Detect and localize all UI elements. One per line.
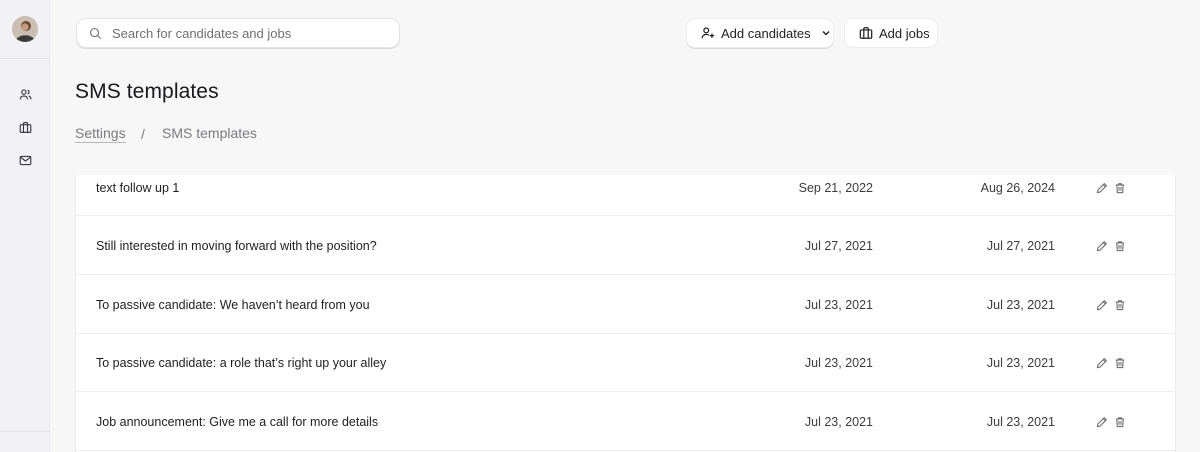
breadcrumb-separator: / bbox=[141, 126, 145, 142]
add-user-icon bbox=[701, 26, 715, 40]
table-row[interactable]: To passive candidate: a role that’s righ… bbox=[76, 334, 1176, 392]
trash-icon[interactable] bbox=[1114, 240, 1126, 252]
created-date: Jul 27, 2021 bbox=[804, 239, 873, 253]
avatar[interactable] bbox=[12, 16, 38, 42]
briefcase-icon bbox=[859, 26, 873, 40]
sidebar-item-candidates[interactable] bbox=[17, 86, 33, 102]
add-jobs-label: Add jobs bbox=[879, 25, 930, 41]
created-date: Sep 21, 2022 bbox=[798, 181, 873, 195]
table-row[interactable]: Job announcement: Give me a call for mor… bbox=[76, 393, 1176, 451]
template-name: To passive candidate: We haven’t heard f… bbox=[96, 298, 370, 312]
chevron-down-icon[interactable] bbox=[821, 28, 831, 38]
add-candidates-label: Add candidates bbox=[721, 25, 811, 41]
sidebar-divider bbox=[0, 431, 50, 432]
edit-icon[interactable] bbox=[1096, 299, 1108, 311]
briefcase-icon bbox=[19, 121, 31, 133]
breadcrumb-settings-link[interactable]: Settings bbox=[75, 125, 126, 143]
breadcrumb-current: SMS templates bbox=[162, 125, 257, 141]
edit-icon[interactable] bbox=[1096, 182, 1108, 194]
add-jobs-button[interactable]: Add jobs bbox=[844, 18, 938, 48]
template-name: Still interested in moving forward with … bbox=[96, 239, 377, 253]
updated-date: Jul 27, 2021 bbox=[986, 239, 1055, 253]
created-date: Jul 23, 2021 bbox=[804, 415, 873, 429]
created-date: Jul 23, 2021 bbox=[804, 298, 873, 312]
edit-icon[interactable] bbox=[1096, 416, 1108, 428]
page-title: SMS templates bbox=[75, 80, 219, 103]
mail-icon bbox=[19, 155, 31, 165]
app-window: Add candidates Add jobs SMS templates Se… bbox=[0, 0, 1200, 452]
template-name: text follow up 1 bbox=[96, 181, 180, 195]
users-icon bbox=[19, 88, 32, 99]
search-icon bbox=[89, 27, 102, 40]
template-name: Job announcement: Give me a call for mor… bbox=[96, 415, 379, 429]
templates-table: text follow up 1 Sep 21, 2022 Aug 26, 20… bbox=[75, 175, 1176, 452]
trash-icon[interactable] bbox=[1114, 357, 1126, 369]
updated-date: Jul 23, 2021 bbox=[986, 415, 1055, 429]
trash-icon[interactable] bbox=[1114, 182, 1126, 194]
updated-date: Jul 23, 2021 bbox=[986, 298, 1055, 312]
table-row[interactable]: To passive candidate: We haven’t heard f… bbox=[76, 276, 1176, 334]
table-row[interactable]: text follow up 1 Sep 21, 2022 Aug 26, 20… bbox=[76, 158, 1176, 216]
updated-date: Jul 23, 2021 bbox=[986, 356, 1055, 370]
sidebar-item-messages[interactable] bbox=[17, 152, 33, 168]
sidebar-item-jobs[interactable] bbox=[17, 119, 33, 135]
template-name: To passive candidate: a role that’s righ… bbox=[96, 356, 387, 370]
search-box[interactable] bbox=[76, 18, 400, 48]
search-input[interactable] bbox=[112, 23, 392, 43]
table-row[interactable]: Still interested in moving forward with … bbox=[76, 217, 1176, 275]
sidebar-divider bbox=[0, 58, 50, 59]
sidebar bbox=[0, 0, 50, 452]
trash-icon[interactable] bbox=[1114, 416, 1126, 428]
edit-icon[interactable] bbox=[1096, 357, 1108, 369]
updated-date: Aug 26, 2024 bbox=[980, 181, 1055, 195]
created-date: Jul 23, 2021 bbox=[804, 356, 873, 370]
trash-icon[interactable] bbox=[1114, 299, 1126, 311]
edit-icon[interactable] bbox=[1096, 240, 1108, 252]
add-candidates-button[interactable]: Add candidates bbox=[686, 18, 834, 48]
